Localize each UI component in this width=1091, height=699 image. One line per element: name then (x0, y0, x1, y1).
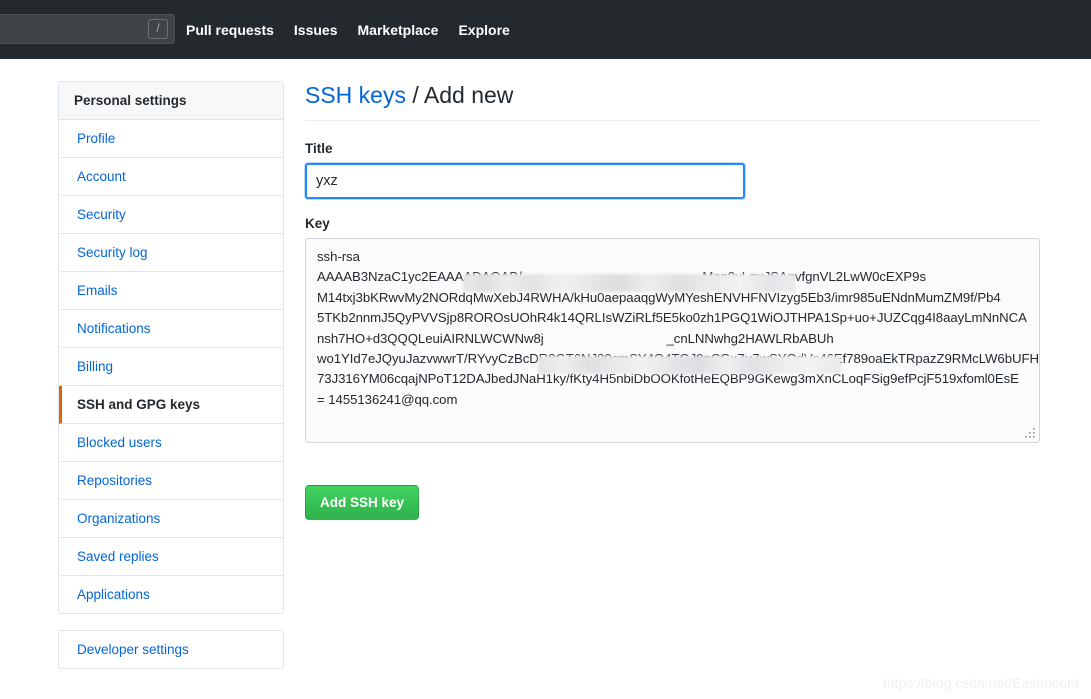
global-search-box[interactable]: / (0, 14, 175, 44)
global-header: / Pull requests Issues Marketplace Explo… (0, 0, 1091, 59)
settings-sidebar: Personal settings Profile Account Securi… (58, 81, 284, 669)
key-field-label: Key (305, 215, 330, 231)
nav-item-marketplace[interactable]: Marketplace (358, 22, 439, 38)
title-field-label: Title (305, 140, 333, 156)
sidebar-item-emails[interactable]: Emails (59, 272, 283, 310)
developer-settings-menu: Developer settings (58, 630, 284, 669)
sidebar-item-account[interactable]: Account (59, 158, 283, 196)
key-textarea[interactable]: ssh-rsa AAAAB3NzaC1yc2EAAAADAQAB/ Mop9yL… (305, 237, 1040, 443)
page-title: SSH keys / Add new (305, 81, 1040, 121)
nav-item-issues[interactable]: Issues (294, 22, 338, 38)
sidebar-item-security-log[interactable]: Security log (59, 234, 283, 272)
title-input[interactable] (305, 162, 745, 199)
sidebar-item-blocked-users[interactable]: Blocked users (59, 424, 283, 462)
nav-item-explore[interactable]: Explore (458, 22, 509, 38)
title-field-group: Title (305, 141, 1040, 199)
sidebar-item-security[interactable]: Security (59, 196, 283, 234)
sidebar-item-repositories[interactable]: Repositories (59, 462, 283, 500)
watermark: https://blog.csdn.net/Eastmount (882, 675, 1079, 691)
nav-item-pull-requests[interactable]: Pull requests (186, 22, 274, 38)
sidebar-item-saved-replies[interactable]: Saved replies (59, 538, 283, 576)
sidebar-item-profile[interactable]: Profile (59, 120, 283, 158)
breadcrumb-separator: / (405, 82, 424, 108)
sidebar-heading: Personal settings (59, 82, 283, 120)
add-ssh-key-button[interactable]: Add SSH key (305, 484, 420, 521)
main-content: SSH keys / Add new Title Key ssh-rsa AAA… (305, 81, 1040, 669)
key-textarea-wrapper: ssh-rsa AAAAB3NzaC1yc2EAAAADAQAB/ Mop9yL… (305, 237, 1040, 443)
page-body: Personal settings Profile Account Securi… (0, 59, 1091, 669)
sidebar-item-ssh-and-gpg-keys[interactable]: SSH and GPG keys (59, 386, 283, 424)
personal-settings-menu: Personal settings Profile Account Securi… (58, 81, 284, 614)
header-nav: Pull requests Issues Marketplace Explore (186, 0, 510, 59)
key-field-group: Key ssh-rsa AAAAB3NzaC1yc2EAAAADAQAB/ Mo… (305, 216, 1040, 443)
sidebar-item-notifications[interactable]: Notifications (59, 310, 283, 348)
sidebar-item-applications[interactable]: Applications (59, 576, 283, 613)
search-slash-shortcut-icon: / (148, 19, 168, 39)
search-input[interactable] (0, 21, 148, 37)
sidebar-item-developer-settings[interactable]: Developer settings (59, 631, 283, 668)
breadcrumb-current: Add new (423, 82, 514, 108)
sidebar-item-organizations[interactable]: Organizations (59, 500, 283, 538)
breadcrumb-ssh-keys-link[interactable]: SSH keys (305, 82, 406, 108)
sidebar-item-billing[interactable]: Billing (59, 348, 283, 386)
